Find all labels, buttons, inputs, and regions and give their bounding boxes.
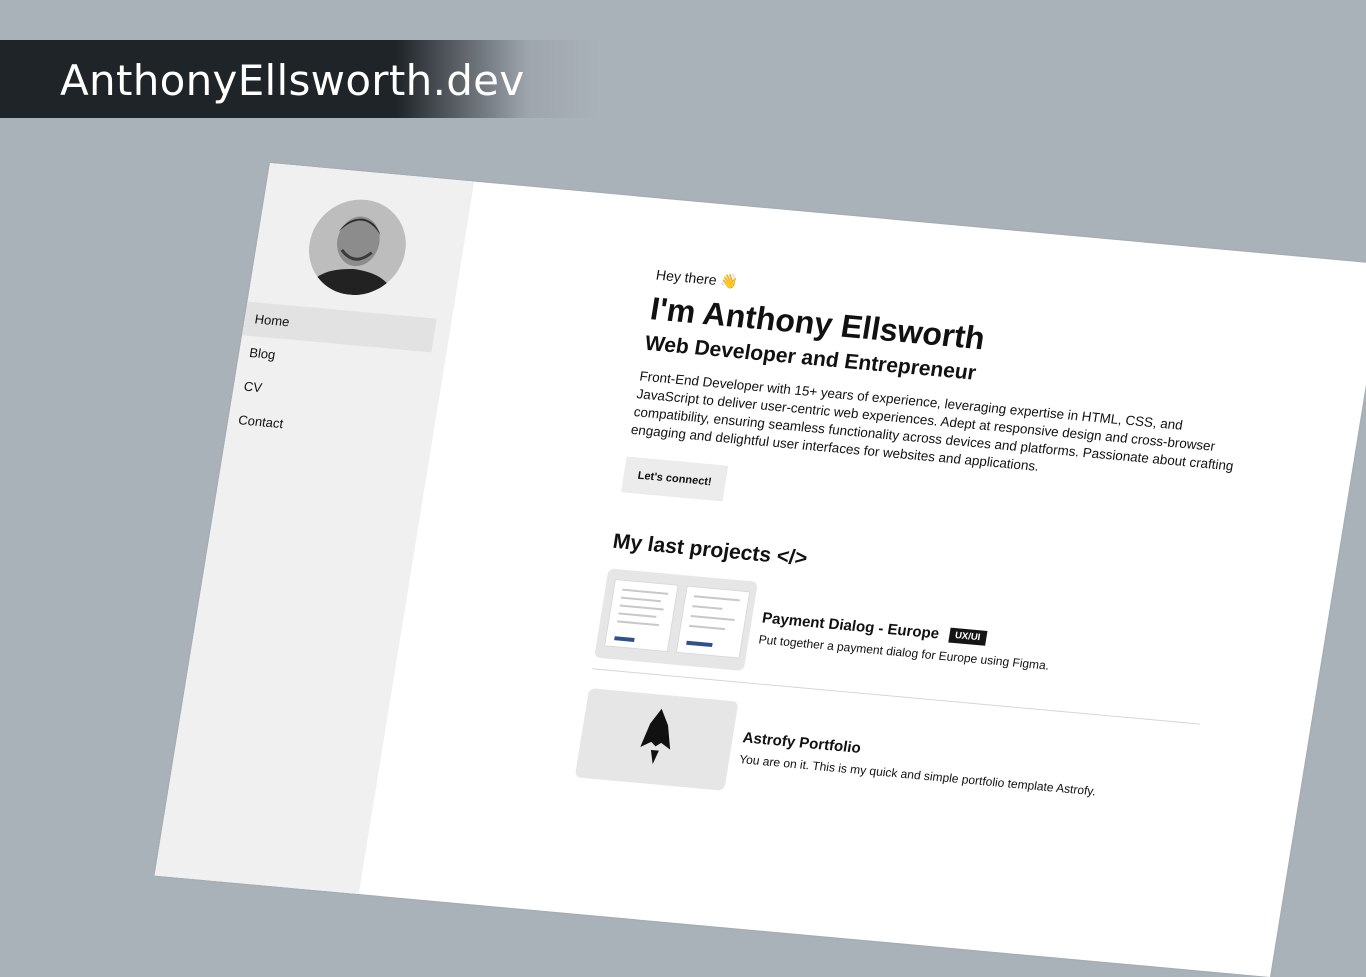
connect-button[interactable]: Let's connect!	[620, 456, 729, 502]
astro-thumbnail	[574, 688, 739, 791]
payment-dialog-thumbnail	[594, 568, 758, 672]
project-title[interactable]: Astrofy Portfolio	[742, 729, 863, 757]
main-content: Hey there 👋 I'm Anthony Ellsworth Web De…	[574, 267, 1275, 839]
project-tag: UX/UI	[947, 627, 988, 646]
portfolio-screenshot: Home Blog CV Contact Hey there 👋 I'm Ant…	[154, 163, 1366, 977]
avatar	[301, 195, 413, 300]
astro-rocket-logo-icon	[640, 708, 671, 765]
project-info: Payment Dialog - Europe UX/UI Put togeth…	[758, 609, 1054, 672]
sidebar-nav: Home Blog CV Contact	[226, 301, 437, 454]
banner-title: AnthonyEllsworth.dev	[60, 56, 525, 105]
project-info: Astrofy Portfolio You are on it. This is…	[738, 729, 1100, 798]
site-banner: AnthonyEllsworth.dev	[0, 40, 600, 118]
sidebar: Home Blog CV Contact	[154, 163, 475, 895]
